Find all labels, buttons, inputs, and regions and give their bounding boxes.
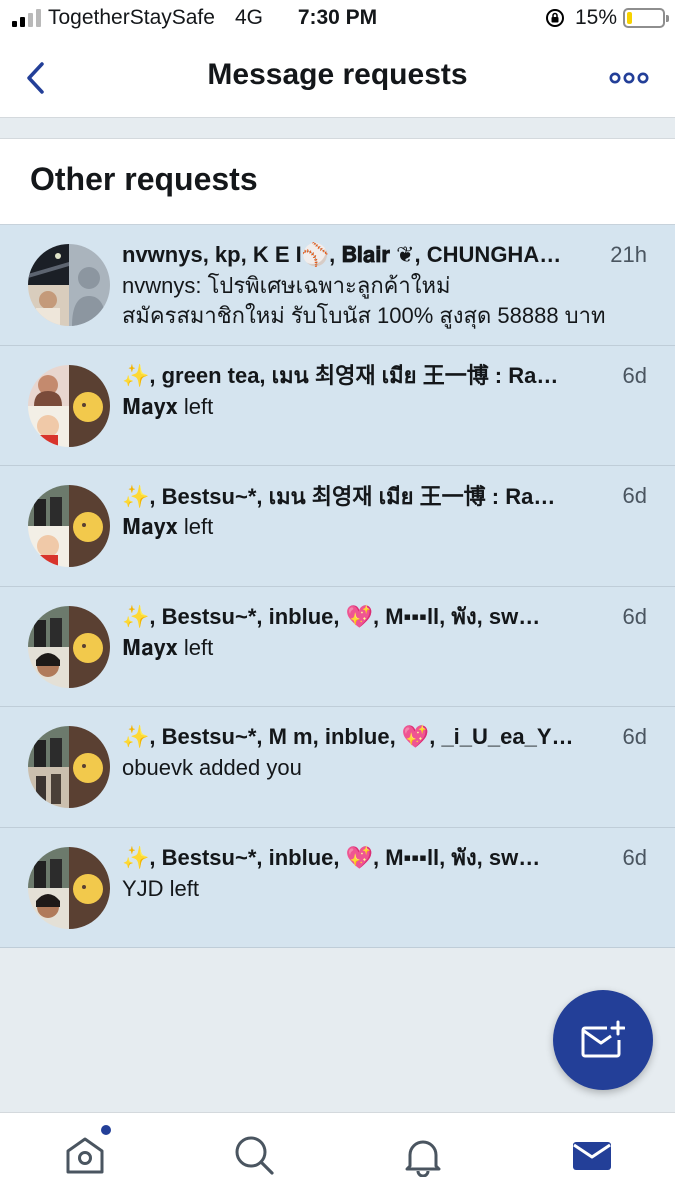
network-type: 4G xyxy=(234,6,263,29)
timestamp: 6d xyxy=(622,362,647,388)
timestamp: 6d xyxy=(622,724,647,749)
message-preview: 𝐌𝐚𝐲𝐱 left xyxy=(122,514,214,539)
more-options-button[interactable] xyxy=(605,60,653,96)
new-message-icon xyxy=(581,1020,625,1058)
timestamp: 6d xyxy=(622,483,647,508)
tab-notifications[interactable] xyxy=(399,1131,447,1179)
search-icon xyxy=(235,1136,274,1175)
list-item[interactable]: ✨, Bestsu~*, inblue, 💖, M▪▪▪ll, พัง, sw…… xyxy=(0,827,675,948)
participant-names: nvwnys, kp, K E I⚾️, 𝐁𝐥𝐚𝐢𝐫 ❦, CHUNGHA… xyxy=(122,242,562,267)
notification-dot xyxy=(101,1125,111,1135)
list-item[interactable]: ✨, Bestsu~*, M m, inblue, 💖, _i_U_ea_Y… … xyxy=(0,707,675,828)
home-icon xyxy=(66,1137,104,1174)
request-list: nvwnys, kp, K E I⚾️, 𝐁𝐥𝐚𝐢𝐫 ❦, CHUNGHA… 2… xyxy=(0,225,675,948)
status-bar: TogetherStaySafe 4G 7:30 PM 15% xyxy=(0,0,675,38)
battery-percent: 15% xyxy=(574,6,617,29)
avatar xyxy=(28,485,110,567)
avatar xyxy=(28,364,110,447)
rotation-lock-icon xyxy=(545,9,564,27)
participant-names: ✨, Bestsu~*, inblue, 💖, M▪▪▪ll, พัง, sw… xyxy=(122,845,541,870)
participant-names: ✨, Bestsu~*, inblue, 💖, M▪▪▪ll, พัง, sw… xyxy=(122,604,541,629)
list-item[interactable]: ✨, green tea, เมน 최영재 เมีย 王一博 : Ra… 6d … xyxy=(0,345,675,466)
message-preview: obuevk added you xyxy=(122,755,302,780)
list-item[interactable]: ✨, Bestsu~*, inblue, 💖, M▪▪▪ll, พัง, sw…… xyxy=(0,586,675,707)
signal-icon xyxy=(12,9,41,27)
timestamp: 6d xyxy=(622,844,647,870)
chevron-left-icon xyxy=(27,62,44,94)
bell-icon xyxy=(405,1140,441,1177)
tab-home[interactable] xyxy=(61,1125,111,1179)
back-button[interactable] xyxy=(14,56,58,100)
clock: 7:30 PM xyxy=(297,6,378,29)
avatar xyxy=(28,846,110,929)
message-preview: YJD left xyxy=(122,875,200,901)
tab-bar xyxy=(0,1112,675,1200)
tab-search[interactable] xyxy=(230,1131,278,1179)
participant-names: ✨, green tea, เมน 최영재 เมีย 王一博 : Ra… xyxy=(122,363,559,388)
section-title: Other requests xyxy=(30,161,258,197)
header: Message requests xyxy=(0,38,675,118)
message-preview: 𝐌𝐚𝐲𝐱 left xyxy=(122,393,214,419)
timestamp: 6d xyxy=(622,603,647,629)
avatar xyxy=(28,726,110,808)
carrier-name: TogetherStaySafe xyxy=(48,6,215,29)
timestamp: 21h xyxy=(610,242,647,267)
message-preview: 𝐌𝐚𝐲𝐱 left xyxy=(122,634,214,660)
list-item[interactable]: nvwnys, kp, K E I⚾️, 𝐁𝐥𝐚𝐢𝐫 ❦, CHUNGHA… 2… xyxy=(0,225,675,346)
mail-icon xyxy=(573,1142,611,1170)
battery-icon xyxy=(623,8,669,28)
participant-names: ✨, Bestsu~*, เมน 최영재 เมีย 王一博 : Ra… xyxy=(122,483,556,509)
section-header: Other requests xyxy=(0,138,675,225)
participant-names: ✨, Bestsu~*, M m, inblue, 💖, _i_U_ea_Y… xyxy=(122,724,574,749)
list-item[interactable]: ✨, Bestsu~*, เมน 최영재 เมีย 王一博 : Ra… 6d 𝐌… xyxy=(0,466,675,587)
avatar xyxy=(28,605,110,688)
page-title: Message requests xyxy=(207,58,468,91)
tab-messages[interactable] xyxy=(568,1131,616,1179)
avatar xyxy=(28,244,110,326)
more-horizontal-icon xyxy=(609,72,649,84)
message-preview: nvwnys: โปรพิเศษเฉพาะลูกค้าใหม่ xyxy=(122,273,451,298)
new-message-button[interactable] xyxy=(553,990,653,1090)
message-preview-line-2: สมัครสมาชิกใหม่ รับโบนัส 100% สูงสุด 588… xyxy=(122,303,606,328)
